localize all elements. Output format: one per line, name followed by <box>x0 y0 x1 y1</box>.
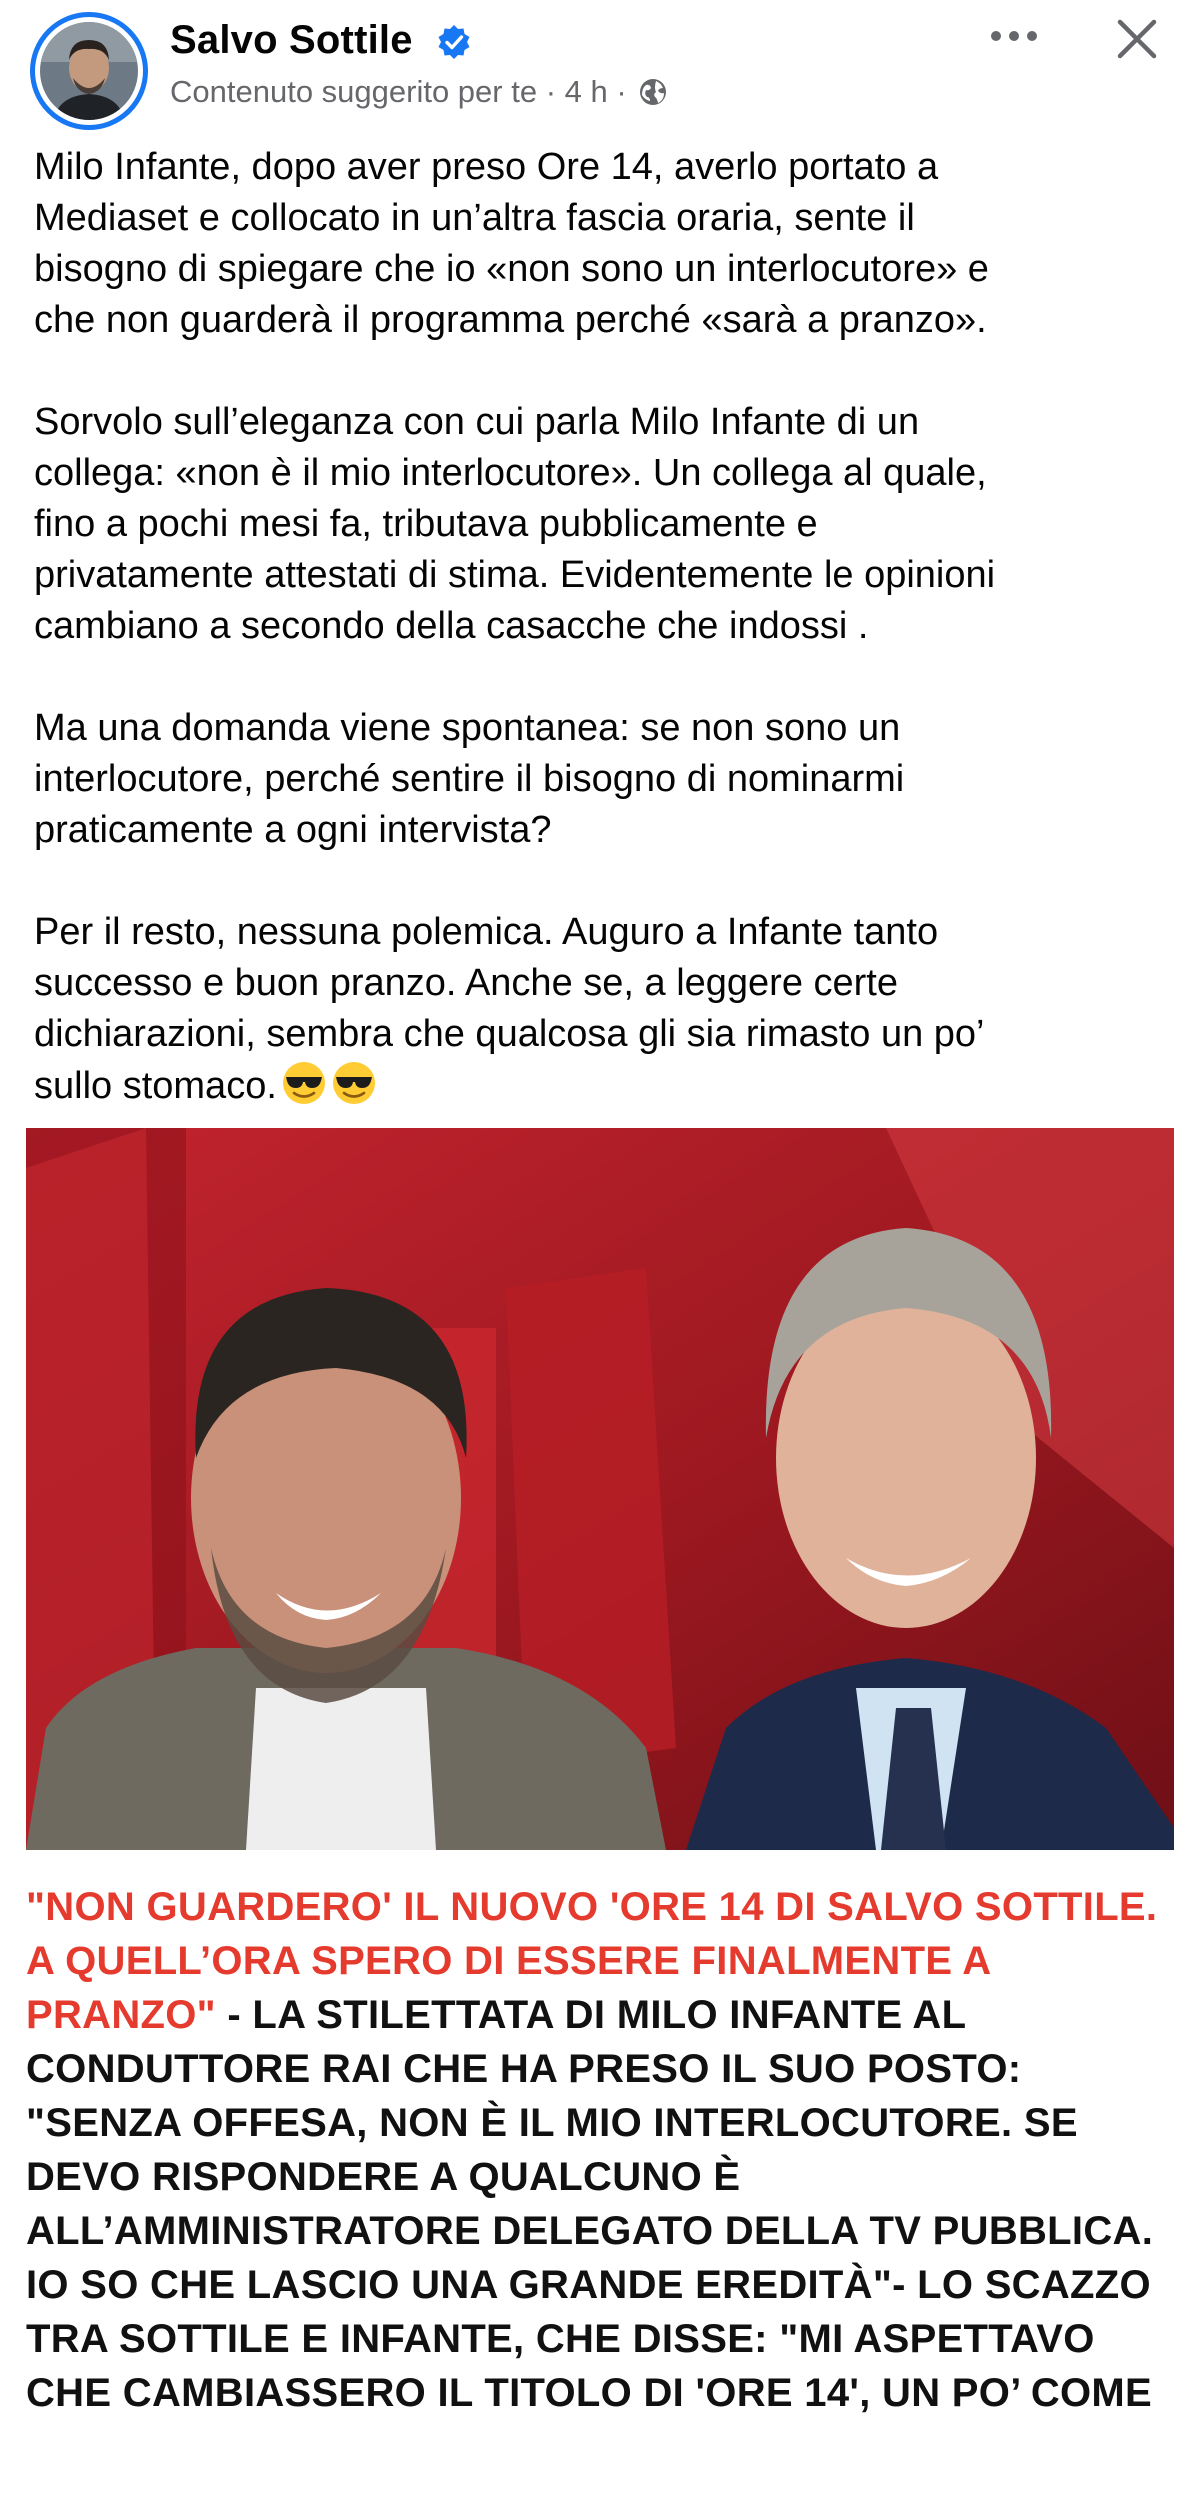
more-options-icon[interactable] <box>986 18 1042 58</box>
post-meta-text: Contenuto suggerito per te · 4 h · <box>170 74 627 109</box>
close-icon[interactable] <box>1112 14 1162 64</box>
sunglasses-emoji-icon <box>282 1062 325 1104</box>
post-paragraph-3: Ma una domanda viene spontanea: se non s… <box>34 707 905 851</box>
article-headline[interactable]: "NON GUARDERO' IL NUOVO 'ORE 14 DI SALVO… <box>26 1880 1174 2420</box>
post-meta: Contenuto suggerito per te · 4 h · <box>170 74 669 110</box>
globe-icon[interactable] <box>637 76 669 108</box>
post-paragraph-4-wrapper: Per il resto, nessuna polemica. Auguro a… <box>34 907 1174 1112</box>
post-paragraph-1: Milo Infante, dopo aver preso Ore 14, av… <box>34 146 989 341</box>
verified-badge-icon <box>438 25 470 59</box>
sunglasses-emoji-icon <box>332 1062 375 1104</box>
avatar-photo <box>40 22 138 120</box>
author-avatar[interactable] <box>30 12 148 130</box>
post-paragraph-4: Per il resto, nessuna polemica. Auguro a… <box>34 911 985 1107</box>
post-header: Salvo Sottile Contenuto suggerito per te… <box>0 0 1200 140</box>
author-name[interactable]: Salvo Sottile <box>170 18 413 63</box>
headline-body: - LA STILETTATA DI MILO INFANTE AL CONDU… <box>26 1993 1154 2415</box>
post-image[interactable] <box>26 1128 1174 1850</box>
post-text: Milo Infante, dopo aver preso Ore 14, av… <box>34 142 1174 1112</box>
post-paragraph-2: Sorvolo sull’eleganza con cui parla Milo… <box>34 401 996 647</box>
photo-two-tv-hosts <box>26 1128 1174 1850</box>
